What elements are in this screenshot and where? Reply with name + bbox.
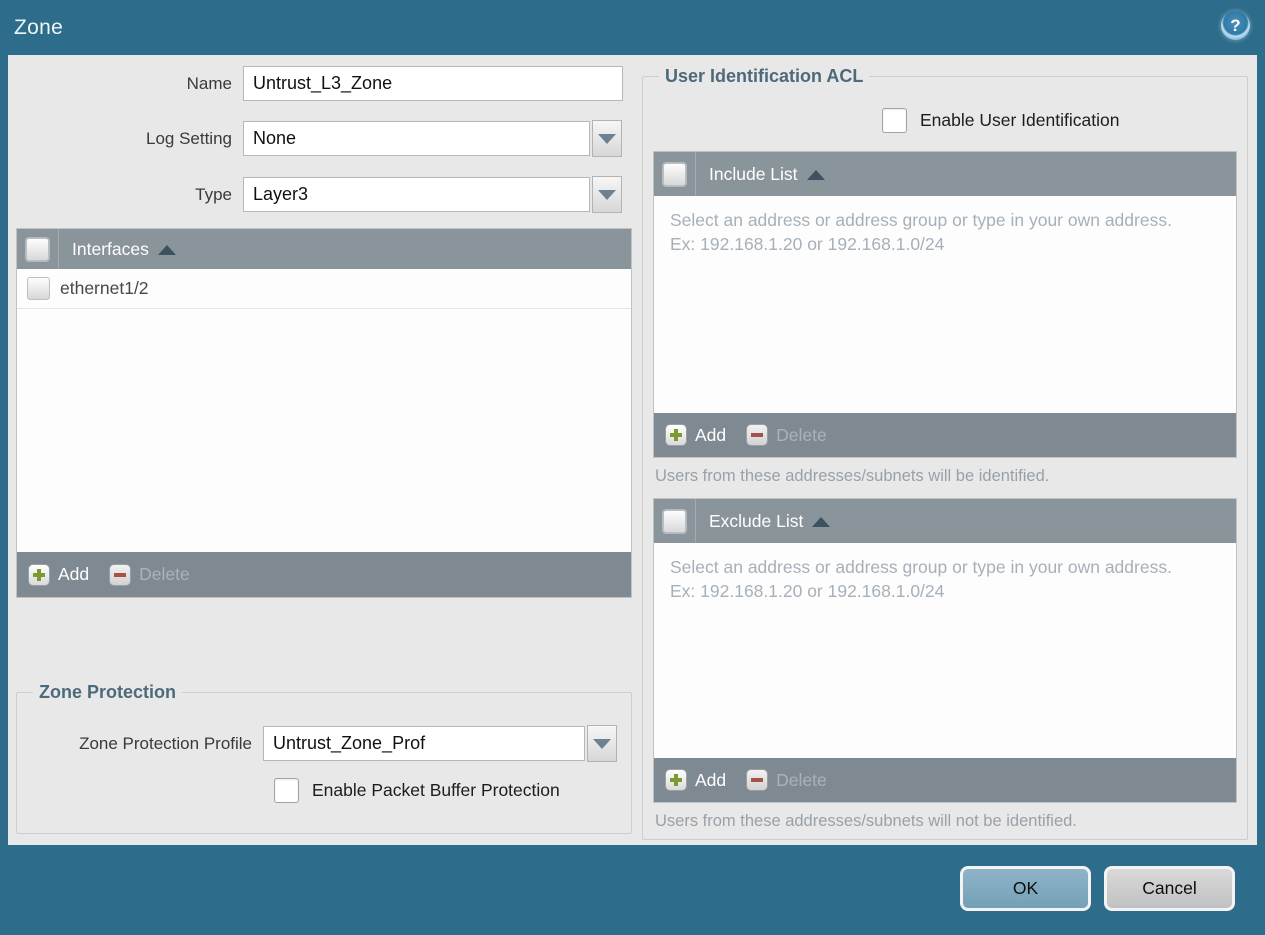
packet-buffer-checkbox[interactable] bbox=[274, 778, 299, 803]
include-selectall-checkbox[interactable] bbox=[663, 162, 686, 186]
add-plus-icon bbox=[28, 563, 50, 586]
interfaces-body: ethernet1/2 bbox=[17, 269, 631, 552]
interfaces-add-button[interactable]: Add bbox=[28, 563, 89, 586]
name-label: Name bbox=[186, 73, 232, 93]
name-row: Name bbox=[16, 66, 632, 101]
packet-buffer-label: Enable Packet Buffer Protection bbox=[312, 780, 560, 800]
interface-row-label: ethernet1/2 bbox=[60, 278, 149, 298]
log-setting-row: Log Setting bbox=[16, 120, 632, 157]
help-icon[interactable]: ? bbox=[1221, 11, 1250, 40]
interface-row[interactable]: ethernet1/2 bbox=[17, 269, 631, 309]
include-list-placeholder: Select an address or address group or ty… bbox=[670, 210, 1172, 254]
interfaces-header-label: Interfaces bbox=[59, 239, 176, 260]
log-setting-input[interactable] bbox=[243, 121, 590, 156]
exclude-add-button[interactable]: Add bbox=[665, 769, 726, 791]
type-label: Type bbox=[195, 184, 232, 204]
log-setting-dropdown-button[interactable] bbox=[592, 120, 622, 157]
right-column: User Identification ACL Enable User Iden… bbox=[642, 66, 1248, 845]
chevron-down-icon bbox=[598, 133, 616, 144]
chevron-down-icon bbox=[593, 738, 611, 749]
include-list-header[interactable]: Include List bbox=[654, 152, 1236, 196]
dialog-footer: OK Cancel bbox=[960, 866, 1235, 911]
zone-protection-profile-input[interactable] bbox=[263, 726, 585, 761]
interfaces-delete-button[interactable]: Delete bbox=[109, 563, 190, 586]
enable-user-id-checkbox[interactable] bbox=[882, 108, 907, 133]
dialog-titlebar: Zone ? bbox=[0, 0, 1265, 55]
zone-protection-profile-dropdown-button[interactable] bbox=[587, 725, 617, 762]
exclude-delete-button[interactable]: Delete bbox=[746, 769, 827, 791]
dialog-title: Zone bbox=[14, 16, 64, 39]
include-list-grid: Include List Select an address or addres… bbox=[653, 151, 1237, 458]
zone-protection-profile-label: Zone Protection Profile bbox=[79, 733, 252, 753]
add-plus-icon bbox=[665, 769, 687, 791]
exclude-selectall-checkbox[interactable] bbox=[663, 509, 686, 533]
interface-row-checkbox-cell bbox=[17, 269, 59, 308]
zone-protection-profile-combo bbox=[263, 725, 617, 762]
sort-ascending-icon bbox=[812, 517, 831, 527]
include-list-toolbar: Add Delete bbox=[654, 413, 1236, 457]
exclude-list-toolbar: Add Delete bbox=[654, 758, 1236, 802]
log-setting-label: Log Setting bbox=[145, 128, 232, 148]
include-list-caption: Users from these addresses/subnets will … bbox=[655, 467, 1050, 485]
sort-ascending-icon bbox=[157, 245, 176, 255]
zone-protection-legend: Zone Protection bbox=[39, 682, 177, 702]
zone-protection-profile-row: Zone Protection Profile bbox=[27, 725, 621, 762]
exclude-list-grid: Exclude List Select an address or addres… bbox=[653, 498, 1237, 803]
exclude-selectall-cell bbox=[654, 499, 696, 543]
delete-minus-icon bbox=[746, 424, 769, 446]
exclude-list-placeholder: Select an address or address group or ty… bbox=[670, 557, 1172, 601]
user-id-acl-fieldset: User Identification ACL Enable User Iden… bbox=[642, 66, 1248, 840]
enable-user-id-label: Enable User Identification bbox=[920, 110, 1120, 130]
zone-protection-fieldset: Zone Protection Zone Protection Profile … bbox=[16, 682, 632, 834]
interface-row-checkbox[interactable] bbox=[26, 277, 50, 300]
interfaces-selectall-cell bbox=[17, 229, 59, 269]
sort-ascending-icon bbox=[806, 170, 825, 180]
exclude-list-caption: Users from these addresses/subnets will … bbox=[655, 812, 1077, 830]
include-add-button[interactable]: Add bbox=[665, 424, 726, 446]
include-list-header-label: Include List bbox=[696, 164, 825, 185]
user-id-acl-legend: User Identification ACL bbox=[665, 66, 864, 86]
log-setting-combo bbox=[243, 120, 622, 157]
include-delete-button[interactable]: Delete bbox=[746, 424, 827, 446]
cancel-button[interactable]: Cancel bbox=[1104, 866, 1235, 911]
type-row: Type bbox=[16, 176, 632, 213]
name-input[interactable] bbox=[243, 66, 623, 101]
packet-buffer-row: Enable Packet Buffer Protection bbox=[274, 778, 621, 803]
ok-button[interactable]: OK bbox=[960, 866, 1091, 911]
add-plus-icon bbox=[665, 424, 687, 446]
interfaces-selectall-checkbox[interactable] bbox=[26, 237, 49, 261]
exclude-list-header-label: Exclude List bbox=[696, 511, 831, 532]
interfaces-header[interactable]: Interfaces bbox=[17, 229, 631, 269]
chevron-down-icon bbox=[598, 189, 616, 200]
exclude-list-header[interactable]: Exclude List bbox=[654, 499, 1236, 543]
enable-user-id-row: Enable User Identification bbox=[882, 108, 1237, 133]
include-selectall-cell bbox=[654, 152, 696, 196]
interfaces-toolbar: Add Delete bbox=[17, 552, 631, 597]
zone-dialog-panel: Name Log Setting Type bbox=[8, 55, 1257, 845]
left-column: Name Log Setting Type bbox=[16, 66, 632, 845]
type-input[interactable] bbox=[243, 177, 590, 212]
delete-minus-icon bbox=[746, 769, 769, 791]
interfaces-grid: Interfaces ethernet1/2 Add Delete bbox=[16, 228, 632, 598]
exclude-list-body: Select an address or address group or ty… bbox=[654, 543, 1236, 758]
include-list-body: Select an address or address group or ty… bbox=[654, 196, 1236, 413]
type-combo bbox=[243, 176, 622, 213]
type-dropdown-button[interactable] bbox=[592, 176, 622, 213]
delete-minus-icon bbox=[109, 563, 132, 586]
